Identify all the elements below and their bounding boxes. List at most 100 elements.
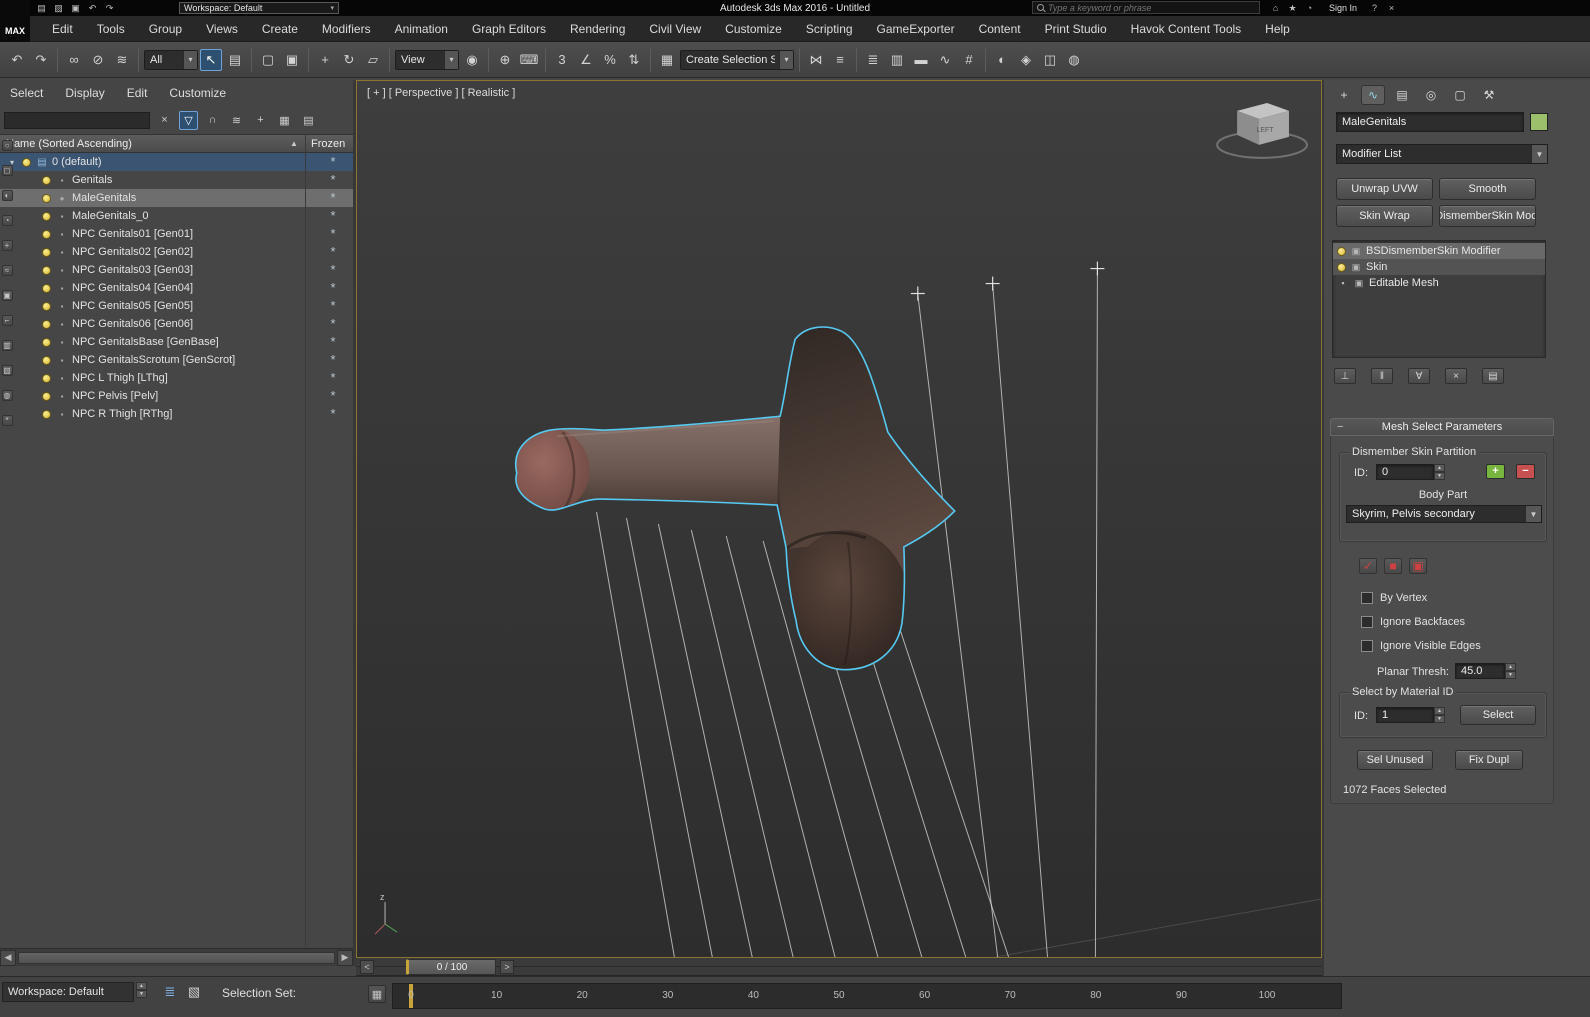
- application-menu-button[interactable]: MAX: [0, 0, 30, 42]
- tree-row[interactable]: ▪Genitals*: [0, 171, 353, 189]
- visibility-bulb-icon[interactable]: [42, 356, 51, 365]
- explorer-menu-customize[interactable]: Customize: [169, 86, 236, 100]
- tab-hierarchy[interactable]: ▤: [1390, 85, 1414, 105]
- viewport-label[interactable]: [ + ] [ Perspective ] [ Realistic ]: [367, 87, 515, 99]
- filter-groups-icon[interactable]: ▣: [2, 290, 13, 301]
- visibility-bulb-icon[interactable]: [42, 284, 51, 293]
- percent-snap-icon[interactable]: %: [599, 49, 621, 71]
- filter-lights-icon[interactable]: ◐: [2, 190, 13, 201]
- keyboard-override-icon[interactable]: ⌨: [518, 49, 540, 71]
- time-slider-handle[interactable]: 0 / 100: [406, 959, 496, 975]
- menu-edit[interactable]: Edit: [40, 22, 85, 36]
- schematic-view-icon[interactable]: #: [958, 49, 980, 71]
- modifier-button-dismemberskin-modi[interactable]: DismemberSkin Modi: [1439, 205, 1536, 227]
- face-selection-icon[interactable]: ■: [1384, 558, 1402, 574]
- toggle-layer-explorer-icon[interactable]: ▥: [886, 49, 908, 71]
- filter-helpers-icon[interactable]: +: [2, 240, 13, 251]
- tree-row[interactable]: ▾▤0 (default)*: [0, 153, 353, 171]
- visibility-bulb-icon[interactable]: [42, 410, 51, 419]
- tree-row[interactable]: ▪NPC R Thigh [RThg]*: [0, 405, 353, 423]
- statusbar-workspace-select[interactable]: Workspace: Default: [2, 982, 134, 1002]
- frozen-toggle-icon[interactable]: *: [322, 409, 344, 419]
- visibility-bulb-icon[interactable]: [42, 338, 51, 347]
- modifier-bulb-icon[interactable]: [1337, 247, 1346, 256]
- filter-containers-icon[interactable]: ▥: [2, 340, 13, 351]
- tree-row[interactable]: ▪NPC Pelvis [Pelv]*: [0, 387, 353, 405]
- object-name-field[interactable]: MaleGenitals: [1336, 112, 1524, 132]
- menu-views[interactable]: Views: [194, 22, 250, 36]
- filter-frozen-icon[interactable]: *: [2, 415, 13, 426]
- filter-icon[interactable]: ▽: [179, 111, 198, 130]
- bind-to-space-warp-icon[interactable]: ≋: [111, 49, 133, 71]
- name-column-header[interactable]: Name (Sorted Ascending): [0, 138, 132, 150]
- tab-motion[interactable]: ◎: [1419, 85, 1443, 105]
- scroll-left-icon[interactable]: ◀: [0, 950, 16, 966]
- select-and-rotate-icon[interactable]: ↻: [338, 49, 360, 71]
- frozen-toggle-icon[interactable]: *: [322, 391, 344, 401]
- checkbox-ignore-visible-edges[interactable]: [1361, 640, 1373, 652]
- partition-id-spinner[interactable]: ▲▼: [1434, 464, 1445, 480]
- menu-rendering[interactable]: Rendering: [558, 22, 637, 36]
- menu-customize[interactable]: Customize: [713, 22, 794, 36]
- frozen-toggle-icon[interactable]: *: [322, 193, 344, 203]
- modifier-button-skin-wrap[interactable]: Skin Wrap: [1336, 205, 1433, 227]
- render-production-icon[interactable]: ◍: [1063, 49, 1085, 71]
- angle-snap-icon[interactable]: ∠: [575, 49, 597, 71]
- mirror-icon[interactable]: ⋈: [805, 49, 827, 71]
- element-selection-icon[interactable]: ▣: [1409, 558, 1427, 574]
- named-selection-sets-select[interactable]: Create Selection S▾: [680, 50, 794, 70]
- sel-unused-button[interactable]: Sel Unused: [1357, 750, 1433, 770]
- use-pivot-point-icon[interactable]: ◉: [461, 49, 483, 71]
- search-clear-icon[interactable]: ×: [155, 111, 174, 130]
- track-bar[interactable]: 0102030405060708090100: [392, 983, 1342, 1009]
- menu-graph-editors[interactable]: Graph Editors: [460, 22, 558, 36]
- show-end-result-icon[interactable]: ‖: [1371, 368, 1393, 384]
- tab-utilities[interactable]: ⚒: [1477, 85, 1501, 105]
- checkbox-by-vertex[interactable]: [1361, 592, 1373, 604]
- select-and-scale-icon[interactable]: ▱: [362, 49, 384, 71]
- tree-row[interactable]: ▪NPC Genitals03 [Gen03]*: [0, 261, 353, 279]
- scroll-right-icon[interactable]: ▶: [337, 950, 353, 966]
- keyword-search[interactable]: [1032, 1, 1260, 14]
- rollout-header[interactable]: − Mesh Select Parameters: [1330, 418, 1554, 436]
- rectangular-selection-region-icon[interactable]: ▢: [257, 49, 279, 71]
- tree-row[interactable]: ▪NPC Genitals06 [Gen06]*: [0, 315, 353, 333]
- tab-display[interactable]: ▢: [1448, 85, 1472, 105]
- snaps-toggle-icon[interactable]: 3: [551, 49, 573, 71]
- communication-center-icon[interactable]: ◔: [1302, 1, 1317, 14]
- frozen-toggle-icon[interactable]: *: [322, 337, 344, 347]
- statusbar-layer-icon[interactable]: ▧: [184, 982, 204, 1002]
- previous-frame-button[interactable]: <: [360, 960, 374, 974]
- reference-coordinate-select[interactable]: View▾: [395, 50, 459, 70]
- material-id-field[interactable]: 1: [1376, 707, 1434, 723]
- close-icon[interactable]: ×: [1384, 2, 1399, 15]
- filter-spacewarps-icon[interactable]: ≈: [2, 265, 13, 276]
- pin-stack-icon[interactable]: ⊥: [1334, 368, 1356, 384]
- filter-bones-icon[interactable]: ⌐: [2, 315, 13, 326]
- render-setup-icon[interactable]: ◈: [1015, 49, 1037, 71]
- workspace-spinner[interactable]: ▲▼: [136, 982, 147, 998]
- frozen-toggle-icon[interactable]: *: [322, 301, 344, 311]
- visibility-bulb-icon[interactable]: [42, 176, 51, 185]
- add-layer-icon[interactable]: +: [251, 111, 270, 130]
- filter-materials-icon[interactable]: ◍: [2, 390, 13, 401]
- sync-selection-icon[interactable]: ≋: [227, 111, 246, 130]
- explorer-menu-select[interactable]: Select: [10, 86, 53, 100]
- search-input[interactable]: [1048, 3, 1255, 13]
- select-by-material-button[interactable]: Select: [1460, 705, 1536, 725]
- frozen-toggle-icon[interactable]: *: [322, 175, 344, 185]
- menu-help[interactable]: Help: [1253, 22, 1302, 36]
- pick-parent-icon[interactable]: ▦: [275, 111, 294, 130]
- tree-row[interactable]: ▪NPC Genitals02 [Gen02]*: [0, 243, 353, 261]
- undo-icon[interactable]: ↶: [6, 49, 28, 71]
- home-icon[interactable]: ⌂: [1268, 1, 1283, 14]
- explorer-menu-display[interactable]: Display: [65, 86, 114, 100]
- filter-cameras-icon[interactable]: ◔: [2, 215, 13, 226]
- mini-curve-editor-icon[interactable]: ▦: [368, 985, 386, 1003]
- select-object-icon[interactable]: ↖: [200, 49, 222, 71]
- frozen-toggle-icon[interactable]: *: [322, 355, 344, 365]
- vertex-selection-icon[interactable]: ✓: [1359, 558, 1377, 574]
- open-file-icon[interactable]: ▨: [51, 2, 66, 15]
- frozen-toggle-icon[interactable]: *: [322, 283, 344, 293]
- stack-row[interactable]: ▣Skin: [1333, 259, 1545, 275]
